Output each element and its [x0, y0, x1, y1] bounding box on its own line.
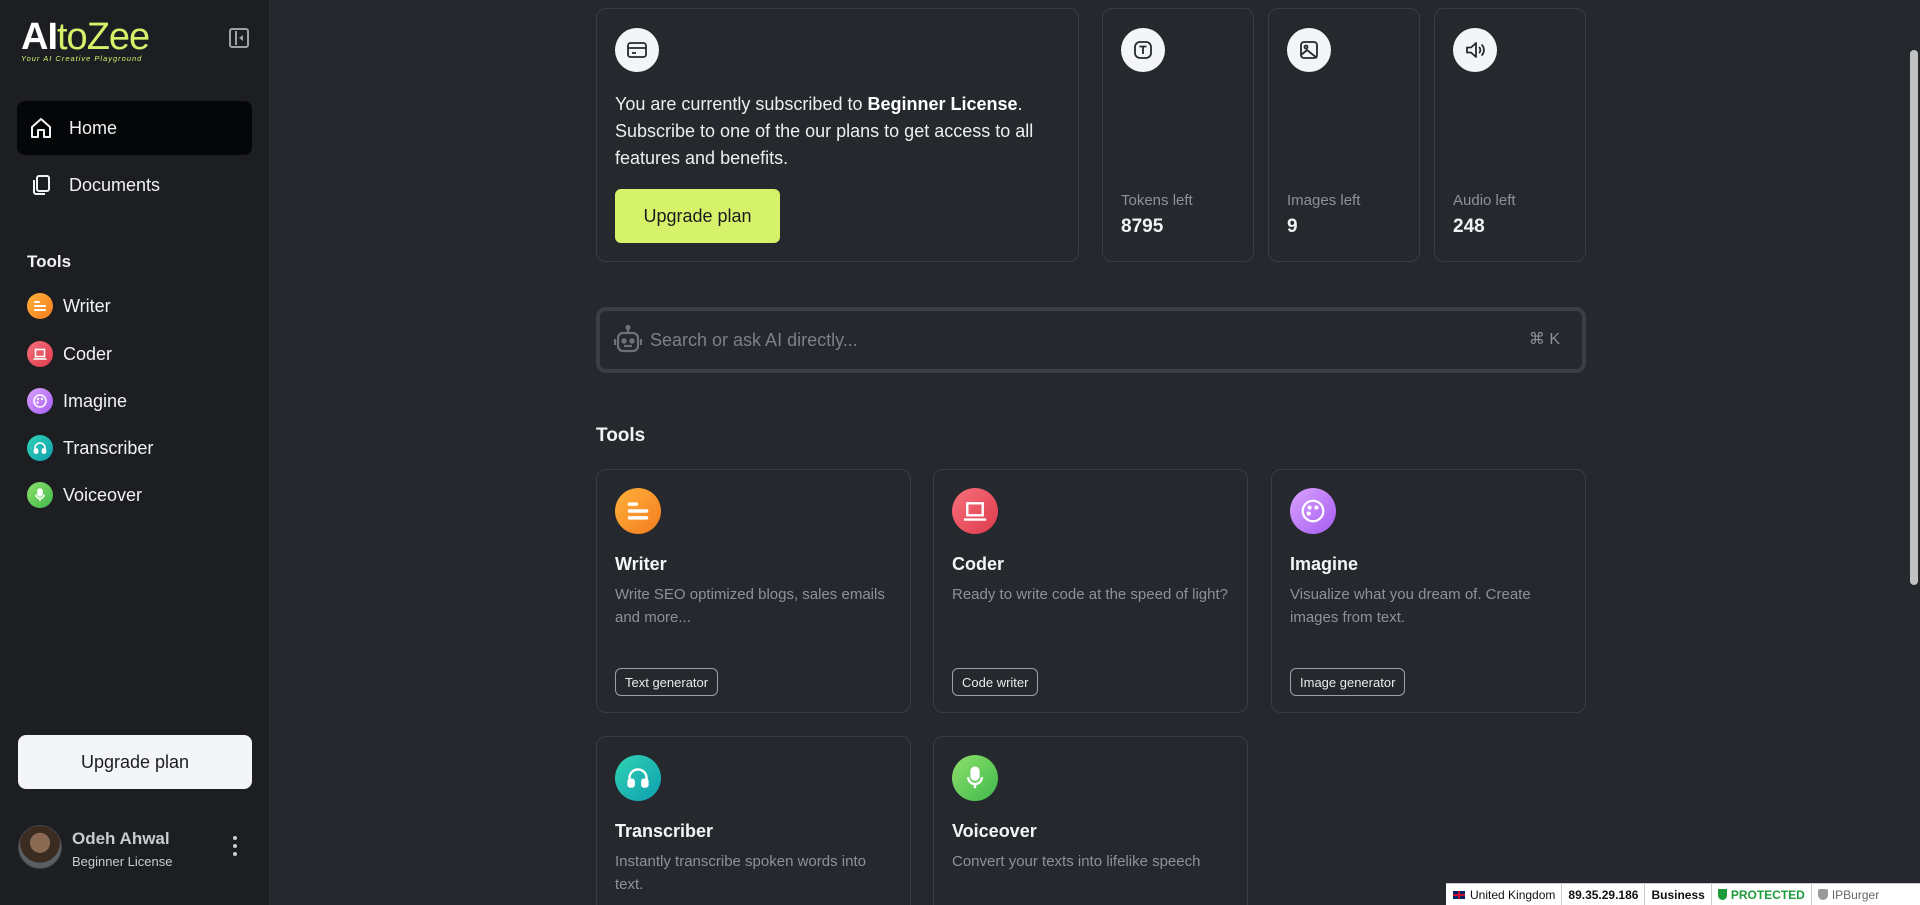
sidebar-item-writer[interactable]: Writer [27, 292, 111, 320]
writer-icon [615, 488, 661, 534]
tool-card-tag[interactable]: Text generator [615, 668, 719, 696]
tool-card-voiceover[interactable]: Voiceover Convert your texts into lifeli… [933, 736, 1248, 905]
headphones-icon [27, 435, 53, 461]
vpn-ip: 89.35.29.186 [1562, 883, 1646, 905]
sidebar-item-label: Transcriber [63, 437, 154, 458]
tool-card-writer[interactable]: Writer Write SEO optimized blogs, sales … [596, 469, 911, 713]
avatar[interactable] [18, 825, 62, 869]
headphones-icon [615, 755, 661, 801]
tool-card-tag[interactable]: Code writer [952, 668, 1039, 696]
tool-card-transcriber[interactable]: Transcriber Instantly transcribe spoken … [596, 736, 911, 905]
microphone-icon [952, 755, 998, 801]
tools-section-title: Tools [596, 425, 646, 446]
tool-card-description: Ready to write code at the speed of ligh… [952, 586, 1229, 603]
tool-card-title: Transcriber [615, 821, 714, 841]
tool-card-title: Imagine [1290, 554, 1359, 574]
user-plan: Beginner License [72, 854, 173, 869]
documents-icon [29, 173, 53, 197]
vpn-protection-status: PROTECTED [1712, 883, 1812, 905]
stat-label: Audio left [1453, 192, 1516, 209]
stat-label: Images left [1287, 192, 1361, 209]
sidebar-item-label: Imagine [63, 390, 128, 411]
upgrade-plan-button[interactable]: Upgrade plan [615, 189, 780, 243]
nav-item-home[interactable]: Home [17, 101, 252, 155]
stat-value: 9 [1287, 216, 1298, 237]
logo-tagline: Your AI Creative Playground [21, 54, 143, 63]
tool-card-imagine[interactable]: Imagine Visualize what you dream of. Cre… [1271, 469, 1586, 713]
sidebar-item-voiceover[interactable]: Voiceover [27, 481, 142, 509]
microphone-icon [27, 482, 53, 508]
sidebar-item-label: Voiceover [63, 484, 143, 505]
vpn-country: United Kingdom [1446, 883, 1563, 905]
writer-icon [27, 293, 53, 319]
stat-card-images: Images left 9 [1268, 8, 1420, 262]
page-scrollbar[interactable] [1910, 50, 1918, 585]
tool-card-description: Convert your texts into lifelike speech [952, 853, 1201, 870]
stat-value: 248 [1453, 216, 1485, 237]
nav-label: Documents [69, 174, 161, 195]
vpn-brand: IPBurger [1812, 884, 1885, 905]
sidebar-item-label: Writer [63, 295, 111, 316]
palette-icon [27, 388, 53, 414]
nav-item-documents[interactable]: Documents [17, 158, 252, 212]
subscription-card: You are currently subscribed to Beginner… [596, 8, 1079, 262]
user-name: Odeh Ahwal [72, 829, 170, 848]
sidebar: AItoZee Your AI Creative Playground Home… [0, 0, 270, 905]
ai-search-bar[interactable]: ⌘ K [596, 307, 1586, 373]
tools-heading: Tools [27, 252, 72, 271]
text-token-icon [1121, 28, 1165, 72]
image-icon [1287, 28, 1331, 72]
sidebar-item-imagine[interactable]: Imagine [27, 387, 127, 415]
app-logo[interactable]: AItoZee Your AI Creative Playground [21, 16, 150, 63]
sidebar-item-label: Coder [63, 343, 113, 364]
logo-rest: toZee [57, 16, 150, 58]
search-input[interactable] [650, 321, 1470, 359]
tool-card-description: Write SEO optimized blogs, sales emails … [615, 586, 885, 626]
stat-value: 8795 [1121, 216, 1164, 237]
subscription-message: You are currently subscribed to Beginner… [615, 91, 1055, 172]
laptop-icon [27, 341, 53, 367]
keyboard-shortcut-hint: ⌘ K [1528, 331, 1560, 348]
nav-label: Home [69, 117, 118, 138]
palette-icon [1290, 488, 1336, 534]
robot-icon [613, 324, 643, 360]
user-profile[interactable]: Odeh Ahwal Beginner License [18, 825, 252, 871]
vpn-type: Business [1645, 883, 1712, 905]
sidebar-item-coder[interactable]: Coder [27, 340, 112, 368]
stat-card-audio: Audio left 248 [1434, 8, 1586, 262]
home-icon [29, 116, 53, 140]
tool-card-description: Instantly transcribe spoken words into t… [615, 853, 866, 893]
stat-label: Tokens left [1121, 192, 1193, 209]
tool-card-title: Coder [952, 554, 1005, 574]
vpn-status-bar: United Kingdom 89.35.29.186 Business PRO… [1446, 883, 1920, 905]
subscription-license: Beginner License [867, 94, 1018, 114]
ipburger-logo-icon [1817, 889, 1828, 900]
sidebar-upgrade-button[interactable]: Upgrade plan [18, 735, 252, 789]
tool-card-coder[interactable]: Coder Ready to write code at the speed o… [933, 469, 1248, 713]
credit-card-icon [615, 28, 659, 72]
speaker-icon [1453, 28, 1497, 72]
shield-icon [1717, 889, 1727, 900]
more-options-icon[interactable] [232, 836, 238, 860]
tool-card-title: Writer [615, 554, 667, 574]
tool-card-tag[interactable]: Image generator [1290, 668, 1406, 696]
collapse-sidebar-icon[interactable] [229, 28, 249, 48]
laptop-icon [952, 488, 998, 534]
subscription-text-before: You are currently subscribed to [615, 94, 868, 114]
sidebar-item-transcriber[interactable]: Transcriber [27, 434, 153, 462]
uk-flag-icon [1452, 889, 1466, 900]
stat-card-tokens: Tokens left 8795 [1102, 8, 1254, 262]
logo-ai: AI [21, 16, 58, 58]
tool-card-description: Visualize what you dream of. Create imag… [1290, 586, 1531, 626]
tool-card-title: Voiceover [952, 821, 1037, 841]
